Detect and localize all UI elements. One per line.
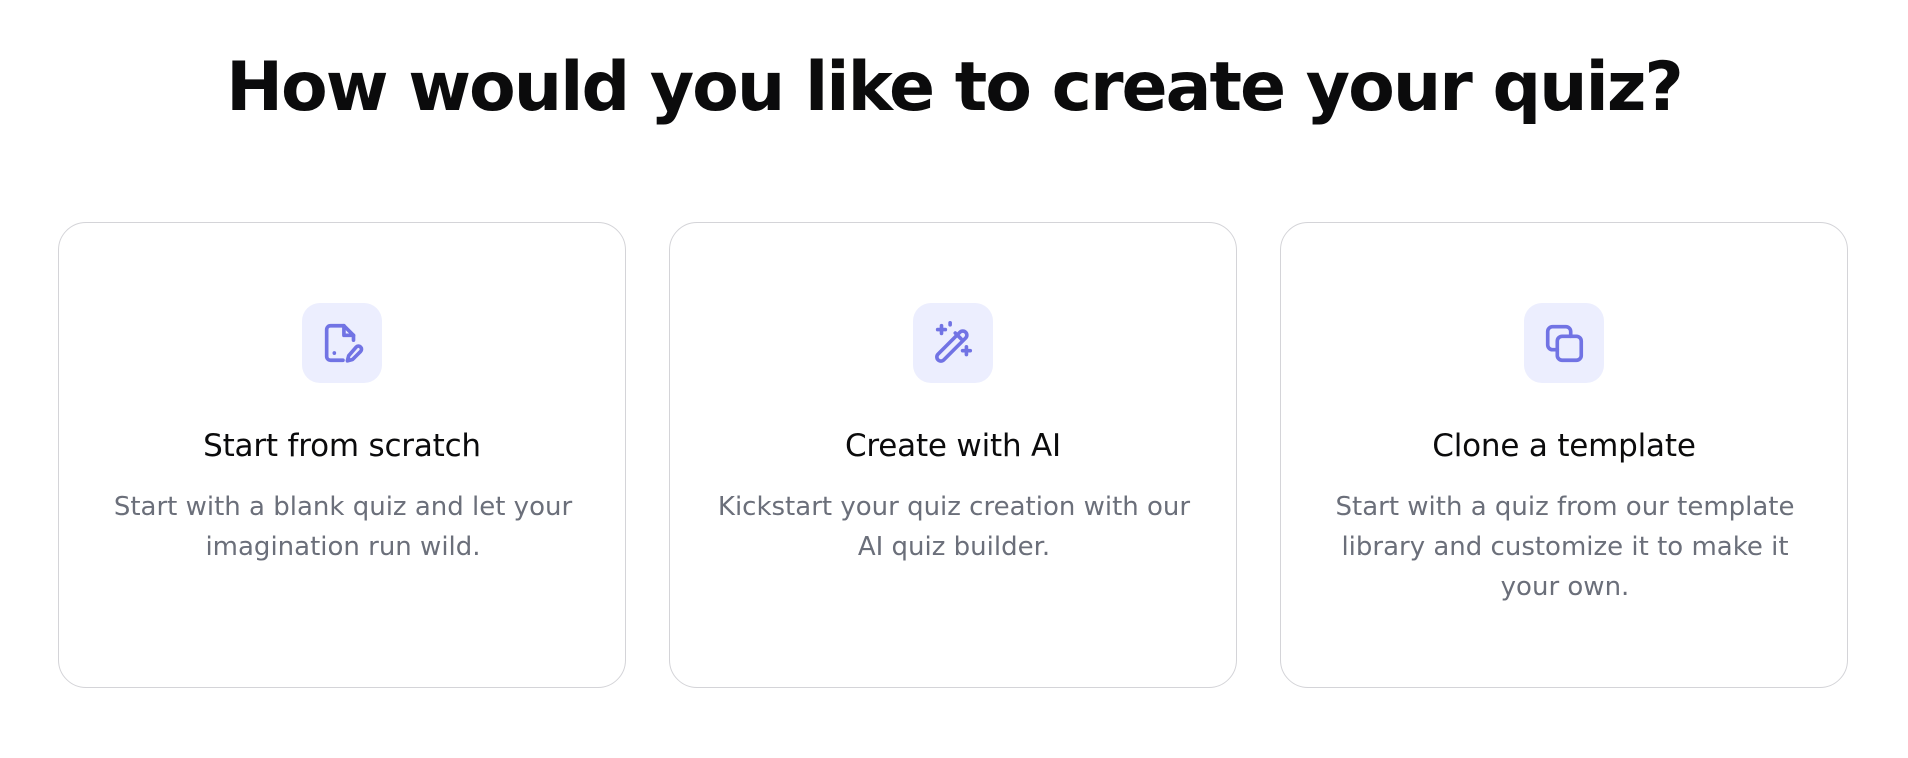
creation-options: Start from scratch Start with a blank qu… <box>58 222 1850 690</box>
card-description: Start with a quiz from our template libr… <box>1335 492 1795 602</box>
card-title: Create with AI <box>844 428 1062 464</box>
card-description: Start with a blank quiz and let your ima… <box>113 492 573 562</box>
page-title: How would you like to create your quiz? <box>226 48 1684 127</box>
card-description: Kickstart your quiz creation with our AI… <box>717 492 1191 562</box>
start-from-scratch-card[interactable]: Start from scratch Start with a blank qu… <box>58 222 626 688</box>
magic-wand-icon <box>913 303 993 383</box>
card-title: Start from scratch <box>203 428 481 464</box>
create-with-ai-card[interactable]: Create with AI Kickstart your quiz creat… <box>669 222 1237 688</box>
copy-icon <box>1524 303 1604 383</box>
clone-template-card[interactable]: Clone a template Start with a quiz from … <box>1280 222 1848 688</box>
document-edit-icon <box>302 303 382 383</box>
card-title: Clone a template <box>1432 428 1696 464</box>
